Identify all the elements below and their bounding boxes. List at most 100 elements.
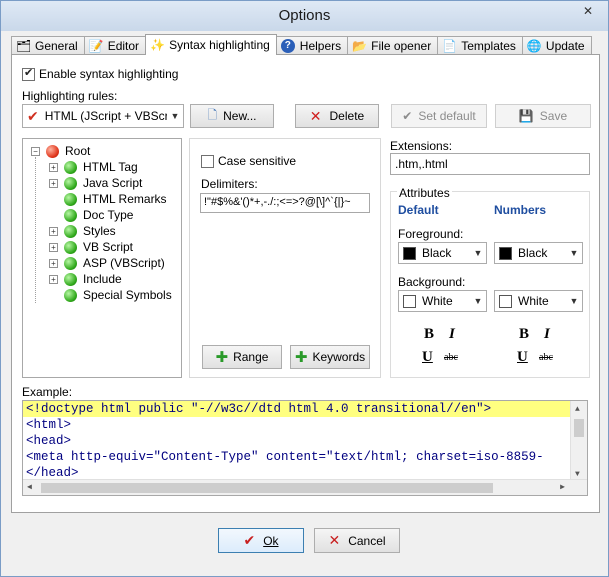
strike-toggle-numbers[interactable]: abc: [539, 352, 553, 363]
globe-icon: 🌐: [526, 38, 542, 53]
keywords-button[interactable]: ✚ Keywords: [290, 345, 370, 369]
numbers-column-label: Numbers: [494, 203, 547, 217]
enable-syntax-row[interactable]: Enable syntax highlighting: [22, 66, 179, 81]
extensions-input[interactable]: .htm,.html: [390, 153, 590, 175]
expand-icon[interactable]: +: [49, 274, 58, 284]
strike-toggle-default[interactable]: abc: [444, 352, 458, 363]
green-ball-icon: [64, 224, 77, 238]
scroll-up-icon[interactable]: ▲: [575, 405, 580, 414]
tab-editor[interactable]: 📝 Editor: [83, 36, 147, 54]
scroll-right-icon[interactable]: ▶: [560, 482, 565, 492]
red-ball-icon: [46, 144, 59, 158]
expand-icon[interactable]: +: [49, 162, 58, 172]
fg-default-select[interactable]: Black ▼: [398, 242, 487, 264]
ok-button-label: Ok: [263, 533, 279, 548]
title-bar[interactable]: Options ✕: [1, 1, 608, 31]
tree-item[interactable]: + Include: [49, 271, 122, 287]
tree-item-label: Include: [83, 272, 122, 286]
cancel-button[interactable]: ✕ Cancel: [314, 528, 400, 553]
tab-update[interactable]: 🌐 Update: [521, 36, 592, 54]
expand-icon[interactable]: +: [49, 178, 58, 188]
close-icon[interactable]: ✕: [574, 2, 602, 20]
scroll-left-icon[interactable]: ◀: [27, 482, 32, 492]
tree-item[interactable]: + Java Script: [49, 175, 142, 191]
expand-icon[interactable]: +: [49, 226, 58, 236]
tree-item[interactable]: + ASP (VBScript): [49, 255, 165, 271]
bold-toggle-default[interactable]: B: [424, 326, 434, 343]
color-swatch: [403, 294, 416, 308]
tab-helpers[interactable]: ? Helpers: [275, 36, 349, 54]
italic-toggle-default[interactable]: I: [449, 326, 455, 343]
set-default-button[interactable]: ✔ Set default: [391, 104, 487, 128]
rules-tree[interactable]: − Root + HTML Tag + Java Script HTML Rem…: [22, 138, 182, 378]
cancel-button-label: Cancel: [348, 533, 386, 548]
delete-button-label: Delete: [329, 109, 365, 123]
green-ball-icon: [64, 208, 77, 222]
enable-syntax-checkbox[interactable]: [22, 66, 35, 81]
tree-item-label: HTML Tag: [83, 160, 138, 174]
example-label: Example:: [22, 385, 73, 399]
tree-root[interactable]: − Root: [31, 143, 90, 159]
help-icon: ?: [280, 38, 295, 53]
horizontal-scrollbar[interactable]: ◀ ▶: [23, 479, 587, 495]
tree-item[interactable]: + Styles: [49, 223, 116, 239]
new-button[interactable]: 🗋 New...: [190, 104, 274, 128]
vertical-scrollbar[interactable]: ▲ ▼: [570, 401, 587, 481]
check-icon: ✔: [402, 109, 413, 123]
check-icon: ✔: [243, 532, 256, 548]
scroll-thumb[interactable]: [574, 419, 584, 437]
bg-default-value: White: [422, 294, 453, 308]
tree-item[interactable]: Special Symbols: [64, 287, 172, 303]
window-title: Options: [278, 7, 331, 24]
green-ball-icon: [64, 272, 77, 286]
bold-toggle-numbers[interactable]: B: [519, 326, 529, 343]
tree-item-label: VB Script: [83, 240, 134, 254]
collapse-icon[interactable]: −: [31, 146, 40, 156]
chevron-down-icon: ▼: [167, 105, 183, 127]
code-line: <html>: [26, 418, 72, 432]
tab-label: General: [35, 38, 78, 53]
enable-syntax-label: Enable syntax highlighting: [39, 67, 179, 81]
tree-item-label: Doc Type: [83, 208, 134, 222]
tab-templates[interactable]: 📄 Templates: [437, 36, 523, 54]
green-ball-icon: [64, 192, 77, 206]
tree-item[interactable]: + VB Script: [49, 239, 133, 255]
delimiters-input[interactable]: !"#$%&'()*+,-./:;<=>?@[\]^`{|}~: [200, 193, 370, 213]
rules-select[interactable]: ✔ HTML (JScript + VBScript) ▼: [22, 104, 184, 128]
tab-syntax-highlighting[interactable]: ✨ Syntax highlighting: [145, 34, 277, 55]
background-label: Background:: [398, 275, 466, 289]
plus-icon: ✚: [215, 349, 229, 366]
scroll-down-icon[interactable]: ▼: [575, 470, 580, 479]
scroll-thumb[interactable]: [41, 483, 493, 493]
tree-item[interactable]: HTML Remarks: [64, 191, 167, 207]
save-button[interactable]: 💾 Save: [495, 104, 591, 128]
delimiters-label: Delimiters:: [201, 177, 258, 191]
bg-numbers-value: White: [518, 294, 549, 308]
delete-button[interactable]: ✕ Delete: [295, 104, 379, 128]
case-sensitive-row[interactable]: Case sensitive: [201, 154, 296, 168]
tree-root-label: Root: [65, 144, 91, 158]
tab-file-opener[interactable]: 📂 File opener: [347, 36, 439, 54]
keywords-button-label: Keywords: [312, 350, 366, 364]
fg-numbers-select[interactable]: Black ▼: [494, 242, 583, 264]
ok-button[interactable]: ✔ Ok: [218, 528, 304, 553]
extensions-label: Extensions:: [390, 139, 453, 153]
tree-item[interactable]: + HTML Tag: [49, 159, 138, 175]
rule-settings-group: Case sensitive Delimiters: !"#$%&'()*+,-…: [189, 138, 381, 378]
chevron-down-icon: ▼: [566, 243, 582, 263]
expand-icon[interactable]: +: [49, 258, 58, 268]
case-sensitive-checkbox[interactable]: [201, 154, 214, 168]
rules-selected-value: HTML (JScript + VBScript): [44, 109, 169, 123]
wand-icon: ✨: [150, 38, 166, 52]
expand-icon[interactable]: +: [49, 242, 58, 252]
underline-toggle-default[interactable]: U: [422, 349, 433, 366]
bg-default-select[interactable]: White ▼: [398, 290, 487, 312]
example-code-view[interactable]: <!doctype html public "-//w3c//dtd html …: [22, 400, 588, 496]
range-button[interactable]: ✚ Range: [202, 345, 282, 369]
underline-toggle-numbers[interactable]: U: [517, 349, 528, 366]
check-icon: ✔: [27, 107, 39, 124]
tab-general[interactable]: 🗂 General: [11, 36, 85, 54]
tree-item[interactable]: Doc Type: [64, 207, 133, 223]
bg-numbers-select[interactable]: White ▼: [494, 290, 583, 312]
italic-toggle-numbers[interactable]: I: [544, 326, 550, 343]
